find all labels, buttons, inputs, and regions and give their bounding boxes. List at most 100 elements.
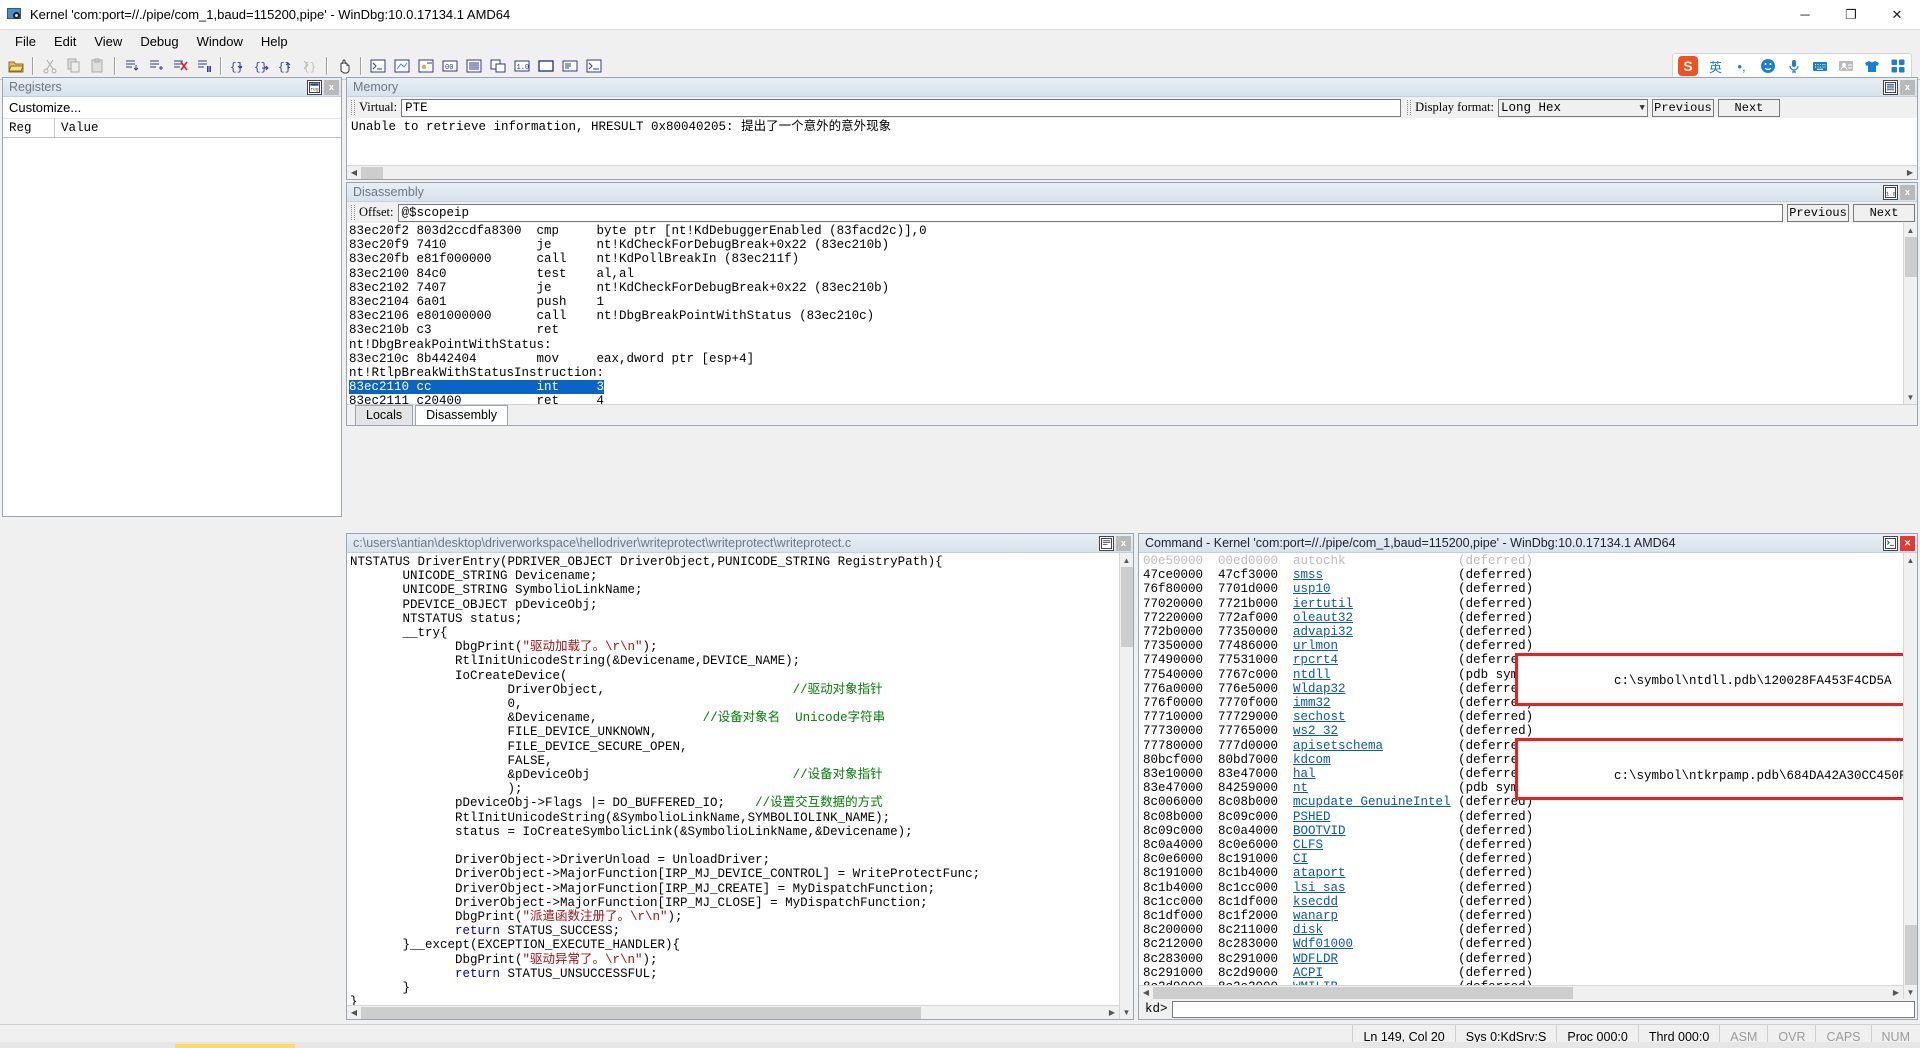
command-module-row[interactable]: 77730000 77765000 ws2_32 (deferred) [1143,724,1917,738]
source-dock-icon[interactable] [1099,535,1114,551]
memory-close-icon[interactable]: x [1900,79,1915,95]
command-dock-icon[interactable] [1883,535,1898,551]
ime-punctuation-icon[interactable]: •, [1733,58,1750,75]
taskbar-active-item[interactable] [175,1044,295,1048]
scroll-down-icon[interactable]: ▼ [1119,1005,1133,1019]
run-to-cursor-icon[interactable]: {} [299,55,321,77]
call-stack-icon[interactable] [487,55,509,77]
scratch-pad-icon[interactable] [535,55,557,77]
source-close-icon[interactable]: x [1116,535,1131,551]
disassembly-line[interactable]: 83ec2110 cc int 3 [349,380,605,395]
command-module-row[interactable]: 77220000 772af000 oleaut32 (deferred) [1143,611,1917,625]
scroll-down-icon[interactable]: ▼ [1903,390,1917,404]
disassembly-line[interactable]: 83ec2106 e801000000 call nt!DbgBreakPoin… [349,309,1917,323]
module-name-link[interactable]: advapi32 [1293,625,1353,639]
command-vscroll-thumb[interactable] [1904,925,1917,985]
menu-file[interactable]: File [6,32,45,51]
source-line[interactable]: NTSTATUS DriverEntry(PDRIVER_OBJECT Driv… [350,555,1133,569]
module-name-link[interactable]: wanarp [1293,909,1338,923]
stop-debugging-icon[interactable] [169,55,191,77]
module-name-link[interactable]: rpcrt4 [1293,653,1338,667]
disassembly-next-button[interactable]: Next [1853,203,1915,222]
source-line[interactable] [350,839,1133,853]
module-name-link[interactable]: mcupdate_GenuineIntel [1293,795,1451,809]
command-output[interactable]: 00e50000 00ed0000 autochk (deferred) 47ce… [1139,553,1917,999]
tab-disassembly[interactable]: Disassembly [415,405,508,425]
command-module-row[interactable]: 8c191000 8c1b4000 ataport (deferred) [1143,866,1917,880]
source-hscroll-thumb[interactable] [361,1006,921,1019]
source-vscroll-thumb[interactable] [1120,567,1133,647]
source-line[interactable]: DriverObject, //驱动对象指针 [350,683,1133,697]
module-name-link[interactable]: sechost [1293,710,1346,724]
menu-window[interactable]: Window [188,32,252,51]
command-module-row[interactable]: 8c291000 8c2d9000 ACPI (deferred) [1143,966,1917,980]
command-module-row[interactable]: 8c283000 8c291000 WDFLDR (deferred) [1143,952,1917,966]
scroll-right-icon[interactable]: ▶ [1105,1005,1119,1019]
scroll-left-icon[interactable]: ◀ [347,1005,361,1019]
source-line[interactable]: 0, [350,697,1133,711]
disassembly-line[interactable]: 83ec2104 6a01 push 1 [349,295,1917,309]
source-line[interactable]: &pDeviceObj //设备对象指针 [350,768,1133,782]
source-line[interactable]: return STATUS_UNSUCCESSFUL; [350,967,1133,981]
scroll-left-icon[interactable]: ◀ [1139,985,1153,999]
module-name-link[interactable]: apisetschema [1293,739,1383,753]
source-line[interactable]: IoCreateDevice( [350,669,1133,683]
module-name-link[interactable]: oleaut32 [1293,611,1353,625]
source-line[interactable]: ); [350,782,1133,796]
user-card-icon[interactable] [1837,58,1854,75]
module-name-link[interactable]: hal [1293,767,1316,781]
source-line[interactable]: RtlInitUnicodeString(&SymbolioLinkName,S… [350,811,1133,825]
paste-icon[interactable] [87,55,109,77]
module-name-link[interactable]: WDFLDR [1293,952,1338,966]
source-line[interactable]: } [350,981,1133,995]
disassembly-line[interactable]: 83ec2100 84c0 test al,al [349,267,1917,281]
disassembly-toolbar-grip[interactable] [351,205,355,220]
cut-icon[interactable] [39,55,61,77]
disassembly-listing[interactable]: 83ec20f2 803d2ccdfa8300 cmp byte ptr [nt… [347,223,1917,404]
registers-dock-icon[interactable]: reg [307,79,322,95]
command-module-row[interactable]: 8c212000 8c283000 Wdf01000 (deferred) [1143,937,1917,951]
menu-view[interactable]: View [85,32,131,51]
command-module-row[interactable]: 77350000 77486000 urlmon (deferred) [1143,639,1917,653]
scroll-right-icon[interactable]: ▶ [1889,985,1903,999]
disassembly-line[interactable]: 83ec2102 7407 je nt!KdCheckForDebugBreak… [349,281,1917,295]
command-input[interactable] [1171,1000,1915,1018]
module-name-link[interactable]: nt [1293,781,1308,795]
source-line[interactable]: status = IoCreateSymbolicLink(&SymbolioL… [350,825,1133,839]
command-module-row[interactable]: 77020000 7721b000 iertutil (deferred) [1143,597,1917,611]
smiley-icon[interactable] [1759,58,1776,75]
disassembly-icon[interactable]: 1.0 [511,55,533,77]
source-vscrollbar[interactable]: ▲ ▼ [1119,553,1133,1019]
ime-language-mode[interactable]: 英 [1707,58,1724,75]
scroll-down-icon[interactable]: ▼ [1903,985,1917,999]
disassembly-previous-button[interactable]: Previous [1787,203,1849,222]
module-name-link[interactable]: lsi_sas [1293,881,1346,895]
processes-icon[interactable] [559,55,581,77]
disassembly-line[interactable]: 83ec210b c3 ret [349,323,1917,337]
source-line[interactable]: UNICODE_STRING SymbolioLinkName; [350,583,1133,597]
disassembly-line[interactable]: 83ec20fb e81f000000 call nt!KdPollBreakI… [349,252,1917,266]
source-line[interactable]: return STATUS_SUCCESS; [350,924,1133,938]
watch-window-icon[interactable] [391,55,413,77]
module-name-link[interactable]: ntdll [1293,668,1331,682]
copy-icon[interactable] [63,55,85,77]
step-over-source-icon[interactable] [145,55,167,77]
registers-customize-link[interactable]: Customize... [3,97,341,119]
scroll-right-icon[interactable]: ▶ [1903,165,1917,179]
source-line[interactable]: pDeviceObj->Flags |= DO_BUFFERED_IO; //设… [350,796,1133,810]
command-module-row[interactable]: 8c200000 8c211000 disk (deferred) [1143,923,1917,937]
module-name-link[interactable]: urlmon [1293,639,1338,653]
module-name-link[interactable]: iertutil [1293,597,1353,611]
module-name-link[interactable]: ksecdd [1293,895,1338,909]
memory-virtual-input[interactable]: PTE [401,98,1402,117]
command-module-row[interactable]: 76f80000 7701d000 usp10 (deferred) [1143,582,1917,596]
scroll-up-icon[interactable]: ▲ [1903,223,1917,237]
command-hscroll-thumb[interactable] [1153,986,1573,999]
disassembly-vscroll-thumb[interactable] [1904,237,1917,277]
module-name-link[interactable]: BOOTVID [1293,824,1346,838]
module-name-link[interactable]: CLFS [1293,838,1323,852]
source-line[interactable]: UNICODE_STRING Devicename; [350,569,1133,583]
source-line[interactable]: &Devicename, //设备对象名 Unicode字符串 [350,711,1133,725]
source-line[interactable]: NTSTATUS status; [350,612,1133,626]
mic-icon[interactable] [1785,58,1802,75]
